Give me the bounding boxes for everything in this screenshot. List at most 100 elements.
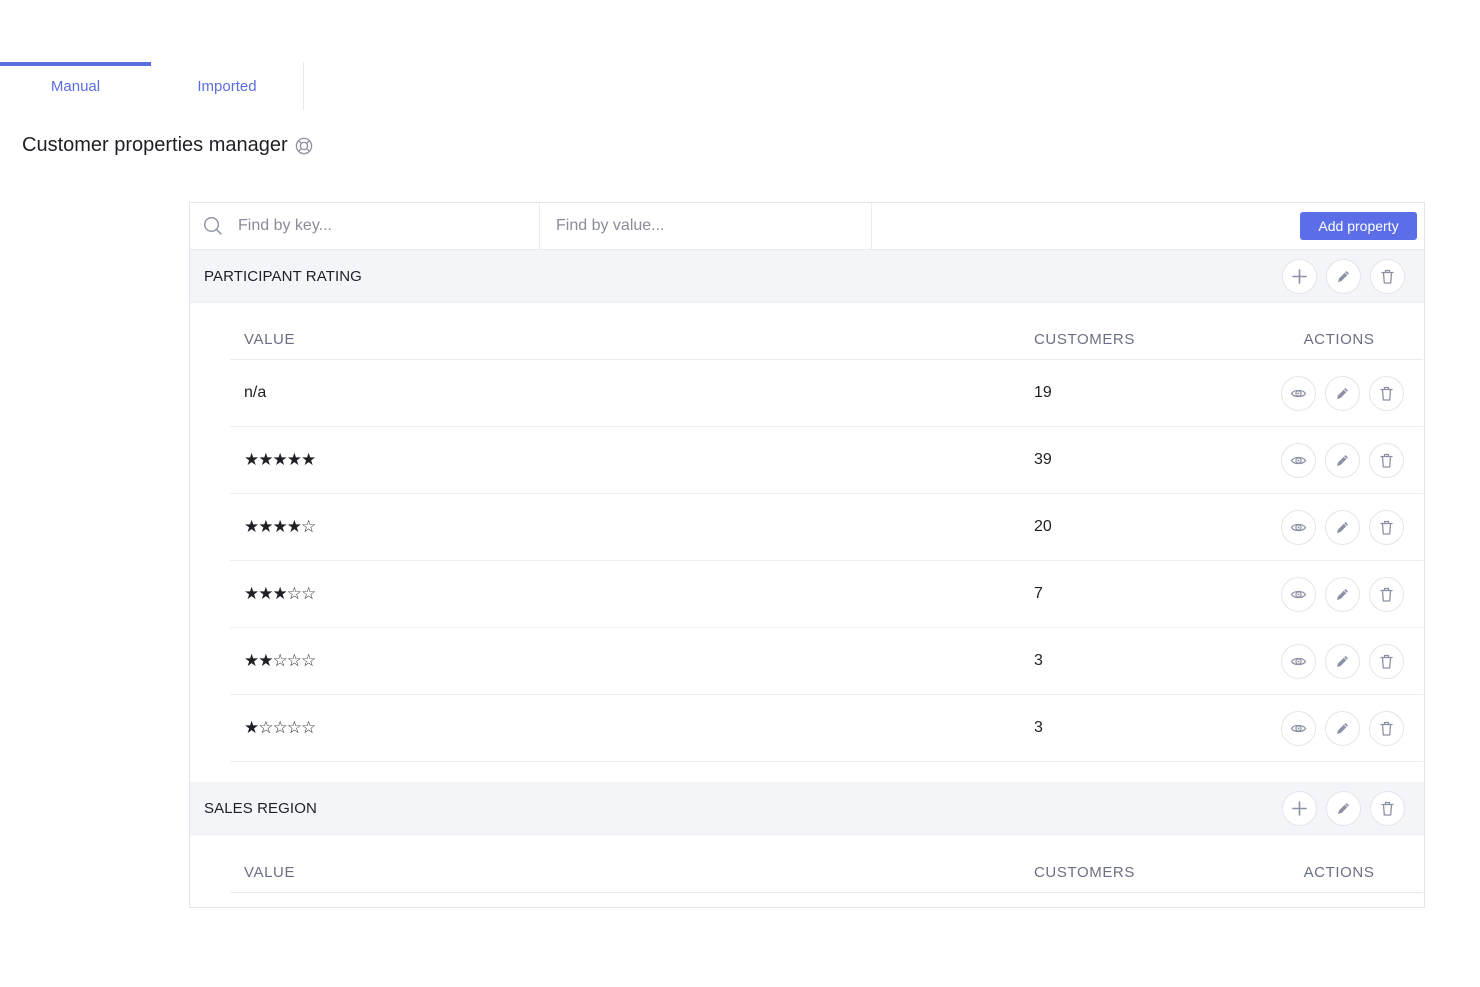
view-customers-button[interactable] bbox=[1280, 375, 1316, 411]
values-table: VALUE CUSTOMERS ACTIONS n/a 19 ★★★★★ 39 ★★★★☆ 20… bbox=[230, 303, 1423, 762]
page-title: Customer properties manager bbox=[22, 134, 313, 157]
group-header: PARTICIPANT RATING bbox=[190, 250, 1424, 303]
add-value-button[interactable] bbox=[1282, 259, 1317, 294]
view-customers-icon bbox=[1290, 724, 1306, 732]
delete-value-button[interactable] bbox=[1368, 710, 1404, 746]
group-title: SALES REGION bbox=[204, 799, 317, 817]
edit-property-button[interactable] bbox=[1326, 259, 1361, 294]
view-customers-icon bbox=[1290, 657, 1306, 665]
tab-imported[interactable]: Imported bbox=[151, 62, 304, 110]
add-value-button[interactable] bbox=[1282, 791, 1317, 826]
row-actions bbox=[1255, 710, 1423, 746]
star-rating-value: ★★☆☆☆ bbox=[244, 651, 316, 671]
row-actions bbox=[1255, 442, 1423, 478]
value-search-input[interactable] bbox=[556, 217, 836, 235]
delete-value-icon bbox=[1379, 453, 1393, 468]
customers-column-header: CUSTOMERS bbox=[1034, 864, 1135, 881]
customers-count: 19 bbox=[1034, 384, 1052, 401]
table-row: ★★★★☆ 20 bbox=[230, 494, 1423, 561]
edit-value-button[interactable] bbox=[1324, 576, 1360, 612]
edit-value-button[interactable] bbox=[1324, 442, 1360, 478]
edit-value-button[interactable] bbox=[1324, 375, 1360, 411]
group-actions bbox=[1282, 259, 1405, 294]
edit-value-icon bbox=[1336, 387, 1348, 399]
actions-column-header: ACTIONS bbox=[1303, 864, 1375, 881]
toolbar-actions: Add property bbox=[872, 203, 1424, 249]
add-property-button[interactable]: Add property bbox=[1300, 212, 1417, 240]
delete-value-button[interactable] bbox=[1368, 509, 1404, 545]
add-value-icon bbox=[1292, 269, 1307, 284]
edit-value-icon bbox=[1336, 521, 1348, 533]
group-title: PARTICIPANT RATING bbox=[204, 267, 362, 285]
edit-value-icon bbox=[1336, 722, 1348, 734]
delete-value-icon bbox=[1379, 654, 1393, 669]
value-cell: n/a bbox=[244, 384, 267, 401]
edit-value-button[interactable] bbox=[1324, 509, 1360, 545]
view-customers-icon bbox=[1290, 389, 1306, 397]
edit-value-icon bbox=[1336, 655, 1348, 667]
view-customers-button[interactable] bbox=[1280, 710, 1316, 746]
star-rating-value: ★★★★★ bbox=[244, 450, 316, 470]
view-customers-button[interactable] bbox=[1280, 442, 1316, 478]
delete-property-icon bbox=[1381, 269, 1394, 284]
actions-column-header: ACTIONS bbox=[1303, 331, 1375, 348]
table-row: ★★★☆☆ 7 bbox=[230, 561, 1423, 628]
table-row: ★★★★★ 39 bbox=[230, 427, 1423, 494]
key-search-input[interactable] bbox=[238, 217, 518, 235]
table-row: ★☆☆☆☆ 3 bbox=[230, 695, 1423, 762]
delete-value-button[interactable] bbox=[1368, 375, 1404, 411]
star-rating-value: ★☆☆☆☆ bbox=[244, 718, 316, 738]
edit-value-icon bbox=[1336, 588, 1348, 600]
value-column-header: VALUE bbox=[244, 331, 296, 348]
customers-count: 7 bbox=[1034, 585, 1043, 602]
delete-property-icon bbox=[1381, 801, 1394, 816]
delete-value-icon bbox=[1379, 520, 1393, 535]
edit-value-button[interactable] bbox=[1324, 710, 1360, 746]
row-actions bbox=[1255, 643, 1423, 679]
delete-property-button[interactable] bbox=[1370, 259, 1405, 294]
view-customers-button[interactable] bbox=[1280, 576, 1316, 612]
property-groups: PARTICIPANT RATING VALUE CUSTOMERS ACTIONS n… bbox=[190, 250, 1424, 893]
table-header: VALUE CUSTOMERS ACTIONS bbox=[230, 303, 1423, 360]
delete-value-button[interactable] bbox=[1368, 643, 1404, 679]
row-actions bbox=[1255, 576, 1423, 612]
delete-value-icon bbox=[1379, 587, 1393, 602]
search-icon bbox=[203, 216, 223, 236]
help-circle-icon[interactable] bbox=[295, 137, 313, 155]
values-table: VALUE CUSTOMERS ACTIONS bbox=[230, 835, 1423, 893]
add-value-icon bbox=[1292, 801, 1307, 816]
view-customers-button[interactable] bbox=[1280, 643, 1316, 679]
star-rating-value: ★★★★☆ bbox=[244, 517, 316, 537]
page-title-text: Customer properties manager bbox=[22, 134, 288, 156]
view-customers-icon bbox=[1290, 456, 1306, 464]
delete-property-button[interactable] bbox=[1370, 791, 1405, 826]
delete-value-button[interactable] bbox=[1368, 576, 1404, 612]
customers-count: 3 bbox=[1034, 652, 1043, 669]
customers-count: 20 bbox=[1034, 518, 1052, 535]
table-row: n/a 19 bbox=[230, 360, 1423, 427]
key-search-cell bbox=[190, 203, 540, 249]
customers-column-header: CUSTOMERS bbox=[1034, 331, 1135, 348]
table-header: VALUE CUSTOMERS ACTIONS bbox=[230, 835, 1423, 893]
customers-count: 39 bbox=[1034, 451, 1052, 468]
table-row: ★★☆☆☆ 3 bbox=[230, 628, 1423, 695]
delete-value-button[interactable] bbox=[1368, 442, 1404, 478]
customers-count: 3 bbox=[1034, 719, 1043, 736]
edit-property-icon bbox=[1338, 271, 1349, 282]
value-column-header: VALUE bbox=[244, 864, 296, 881]
view-customers-icon bbox=[1290, 590, 1306, 598]
edit-property-button[interactable] bbox=[1326, 791, 1361, 826]
edit-property-icon bbox=[1338, 803, 1349, 814]
row-actions bbox=[1255, 375, 1423, 411]
edit-value-button[interactable] bbox=[1324, 643, 1360, 679]
star-rating-value: ★★★☆☆ bbox=[244, 584, 316, 604]
row-actions bbox=[1255, 509, 1423, 545]
filter-toolbar: Add property bbox=[190, 203, 1424, 250]
tab-manual[interactable]: Manual bbox=[0, 62, 151, 110]
delete-value-icon bbox=[1379, 721, 1393, 736]
value-search-cell bbox=[540, 203, 872, 249]
tab-bar: Manual Imported bbox=[0, 62, 304, 110]
view-customers-button[interactable] bbox=[1280, 509, 1316, 545]
properties-card: Add property PARTICIPANT RATING VALUE CUST… bbox=[189, 202, 1425, 908]
